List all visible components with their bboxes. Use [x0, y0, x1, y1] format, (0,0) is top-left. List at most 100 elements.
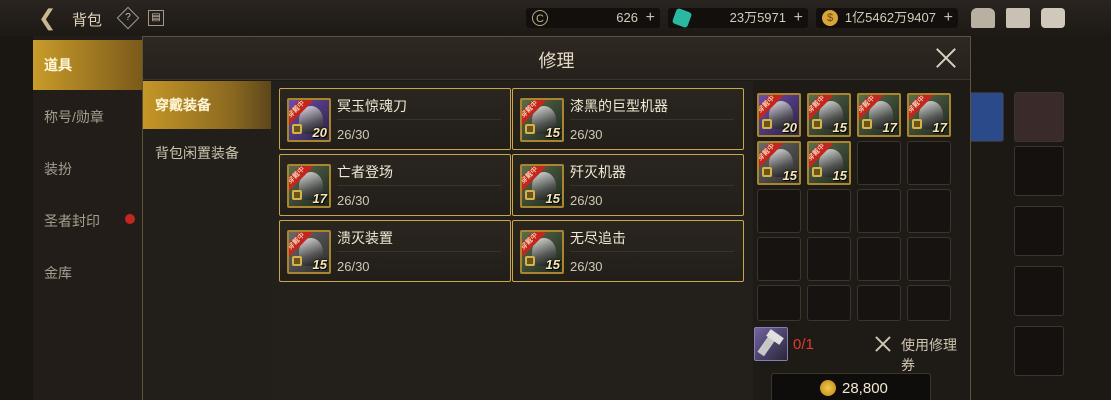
inventory-slot[interactable] — [807, 285, 851, 321]
help-icon[interactable]: ? — [116, 6, 140, 30]
help-glyph: ? — [125, 12, 131, 23]
weapon-slot[interactable] — [1014, 92, 1064, 142]
durability-value: 26/30 — [337, 193, 370, 208]
level-badge: 17 — [882, 120, 897, 135]
repair-hammer-icon[interactable] — [754, 327, 788, 361]
nav-item-vault[interactable]: 金库 — [33, 248, 143, 298]
inventory-slot[interactable]: 穿戴中 15 — [807, 93, 851, 137]
equipment-icon: 穿戴中 15 — [757, 141, 801, 185]
notification-dot — [125, 214, 135, 224]
nav-item-items[interactable]: 道具 — [33, 40, 143, 90]
lock-icon — [525, 124, 535, 134]
inventory-slot[interactable] — [907, 237, 951, 281]
lock-icon — [862, 119, 872, 129]
inventory-slot[interactable] — [857, 189, 901, 233]
inventory-slot[interactable] — [807, 189, 851, 233]
equipment-card[interactable]: 穿戴中 15 无尽追击 26/30 — [512, 220, 744, 282]
background-inventory-grid — [954, 36, 1111, 400]
lock-icon — [762, 167, 772, 177]
equipment-name: 歼灭机器 — [570, 164, 626, 180]
page-title: 背包 — [72, 12, 103, 29]
use-repair-ticket-checkbox[interactable] — [874, 335, 892, 353]
lock-icon — [912, 119, 922, 129]
lock-icon — [525, 256, 535, 266]
inventory-slot[interactable] — [857, 285, 901, 321]
inventory-slot[interactable] — [757, 189, 801, 233]
inventory-slot[interactable] — [907, 189, 951, 233]
level-badge: 17 — [932, 120, 947, 135]
repair-tabs: 穿戴装备 背包闲置装备 — [143, 81, 271, 400]
equipment-icon: 穿戴中 20 — [757, 93, 801, 137]
equipment-icon: 穿戴中 15 — [520, 164, 564, 208]
lock-icon — [812, 167, 822, 177]
inventory-slot[interactable]: 穿戴中 17 — [857, 93, 901, 137]
level-badge: 20 — [312, 125, 327, 140]
tab-idle-equipment[interactable]: 背包闲置装备 — [143, 129, 271, 177]
chat-icon[interactable] — [1041, 8, 1065, 28]
lock-icon — [292, 256, 302, 266]
inventory-slot[interactable] — [907, 285, 951, 321]
inventory-slot[interactable] — [907, 141, 951, 185]
add-gem-button[interactable]: + — [794, 8, 803, 28]
inventory-slot[interactable] — [757, 237, 801, 281]
level-badge: 15 — [782, 168, 797, 183]
inventory-slot[interactable]: 穿戴中 15 — [807, 141, 851, 185]
inventory-slot[interactable]: 穿戴中 20 — [757, 93, 801, 137]
mail-icon[interactable] — [1006, 8, 1030, 28]
coin-currency: C 626 + — [526, 8, 660, 28]
nav-item-avatar[interactable]: 装扮 — [33, 144, 143, 194]
inventory-slot[interactable] — [757, 285, 801, 321]
coin-icon: C — [532, 10, 548, 26]
durability-value: 26/30 — [570, 127, 603, 142]
gem-icon — [671, 7, 693, 29]
vehicle-icon[interactable] — [971, 8, 995, 28]
equipment-name: 漆黑的巨型机器 — [570, 98, 668, 114]
equipment-card[interactable]: 穿戴中 15 漆黑的巨型机器 26/30 — [512, 88, 744, 150]
inventory-category-nav: 道具 称号/勋章 装扮 圣者封印 金库 — [33, 36, 143, 400]
level-badge: 20 — [782, 120, 797, 135]
equipment-card[interactable]: 穿戴中 15 溃灭装置 26/30 — [279, 220, 511, 282]
gem-currency: 23万5971 + — [668, 7, 808, 29]
level-badge: 15 — [312, 257, 327, 272]
nav-item-seal-label: 圣者封印 — [44, 213, 100, 229]
bg-slot — [1014, 146, 1064, 196]
equipment-card[interactable]: 穿戴中 17 亡者登场 26/30 — [279, 154, 511, 216]
equipment-name: 亡者登场 — [337, 164, 393, 180]
tab-equipped[interactable]: 穿戴装备 — [143, 81, 271, 129]
inventory-slot[interactable]: 穿戴中 17 — [907, 93, 951, 137]
equipment-card[interactable]: 穿戴中 20 冥玉惊魂刀 26/30 — [279, 88, 511, 150]
durability-value: 26/30 — [337, 127, 370, 142]
equipment-icon: 穿戴中 15 — [520, 230, 564, 274]
bg-slot — [1014, 266, 1064, 316]
add-coin-button[interactable]: + — [646, 8, 655, 28]
nav-item-seal[interactable]: 圣者封印 — [33, 196, 143, 246]
dialog-header: 修理 — [143, 37, 970, 80]
inventory-slot[interactable] — [857, 141, 901, 185]
inventory-slot[interactable]: 穿戴中 15 — [757, 141, 801, 185]
equipment-name: 冥玉惊魂刀 — [337, 98, 407, 114]
repair-cost: 28,800 — [842, 380, 888, 397]
calendar-icon[interactable]: ▤ — [148, 10, 164, 26]
equipment-icon: 穿戴中 15 — [520, 98, 564, 142]
close-icon[interactable] — [933, 45, 959, 71]
lock-icon — [762, 119, 772, 129]
gold-currency: $ 1亿5462万9407 + — [816, 8, 958, 28]
equipment-card[interactable]: 穿戴中 15 歼灭机器 26/30 — [512, 154, 744, 216]
coin-value: 626 — [616, 10, 638, 25]
back-arrow-icon[interactable]: ❮ — [38, 6, 66, 30]
equipment-icon: 穿戴中 15 — [807, 93, 851, 137]
equipment-name: 无尽追击 — [570, 230, 626, 246]
nav-item-titles[interactable]: 称号/勋章 — [33, 92, 143, 142]
lock-icon — [525, 190, 535, 200]
equipment-icon: 穿戴中 17 — [287, 164, 331, 208]
gold-value: 1亿5462万9407 — [844, 10, 936, 25]
repair-dialog: 修理 穿戴装备 背包闲置装备 穿戴中 20 冥玉惊魂刀 26/30 穿戴中 15 漆… — [142, 36, 971, 400]
durability-value: 26/30 — [570, 259, 603, 274]
inventory-slot[interactable] — [807, 237, 851, 281]
lock-icon — [292, 190, 302, 200]
add-gold-button[interactable]: + — [944, 8, 953, 28]
use-repair-ticket-label: 使用修理券 — [901, 337, 957, 373]
inventory-slot[interactable] — [857, 237, 901, 281]
repair-button[interactable]: 28,800 — [771, 373, 931, 400]
level-badge: 15 — [545, 257, 560, 272]
